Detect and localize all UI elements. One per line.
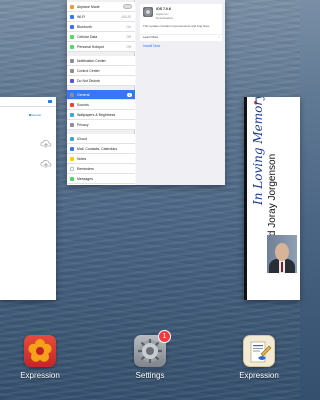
flower-icon <box>28 339 52 362</box>
update-status: Downloaded <box>156 16 173 20</box>
settings-item-icon <box>70 92 74 97</box>
settings-sidebar-item[interactable]: iCloud <box>67 134 135 144</box>
notification-badge: 1 <box>159 331 170 342</box>
app-label: Expression <box>20 371 60 380</box>
install-now-button[interactable]: Install Now <box>143 44 160 48</box>
settings-item-icon <box>70 146 74 151</box>
settings-sidebar: Airplane Mode Wi-Fi ASUS Bluetooth On Cellula… <box>67 0 135 185</box>
settings-item-label: Notes <box>77 156 87 161</box>
battery-icon <box>48 100 52 103</box>
internet-link[interactable]: Internet <box>31 113 41 117</box>
learn-more-row[interactable]: Learn More › <box>140 35 222 41</box>
settings-sidebar-item[interactable]: Reminders <box>67 164 135 174</box>
settings-item-icon <box>70 58 74 63</box>
ios-update-icon <box>143 7 153 17</box>
chevron-right-icon: › <box>217 35 219 39</box>
settings-sidebar-item[interactable]: General 1 <box>67 90 135 100</box>
settings-sidebar-item[interactable]: Wallpapers & Brightness <box>67 110 135 120</box>
app-label: Settings <box>135 371 165 380</box>
settings-item-label: Bluetooth <box>77 24 92 29</box>
settings-sidebar-item[interactable]: Airplane Mode <box>67 2 135 12</box>
update-description: This update contains improvements and bu… <box>143 24 210 28</box>
photo-tie <box>281 262 283 272</box>
settings-item-label: Sounds <box>77 102 89 107</box>
settings-item-label: Wallpapers & Brightness <box>77 112 116 117</box>
settings-item-label: Wi-Fi <box>77 14 86 19</box>
settings-sidebar-item[interactable]: Personal Hotspot Off <box>67 42 135 52</box>
settings-item-label: Reminders <box>77 166 94 171</box>
cloud-upload-icon[interactable] <box>40 139 52 149</box>
settings-item-value: Off <box>126 44 131 49</box>
settings-item-label: Control Center <box>77 68 100 73</box>
settings-item-label: Mail, Contacts, Calendars <box>77 146 118 151</box>
settings-sidebar-item[interactable]: Do Not Disturb <box>67 76 135 86</box>
settings-item-label: General <box>77 92 90 97</box>
right-app-card[interactable]: In Loving Memory Richard Joray Jorgenson <box>244 97 300 300</box>
dock-app-expression-1[interactable]: Expression <box>10 335 70 380</box>
settings-sidebar-item[interactable]: Sounds <box>67 100 135 110</box>
settings-item-icon <box>70 24 74 29</box>
settings-item-icon <box>70 44 74 49</box>
photo-face <box>275 243 289 261</box>
settings-item-label: Messages <box>77 176 93 181</box>
update-title: iOS 7.0.6 <box>156 7 171 11</box>
settings-item-label: Airplane Mode <box>77 4 100 9</box>
expression-program-icon[interactable] <box>243 335 275 367</box>
settings-item-label: Do Not Disturb <box>77 78 100 83</box>
settings-item-icon <box>70 78 74 83</box>
settings-item-label: Cellular Data <box>77 34 98 39</box>
settings-item-icon <box>70 112 74 117</box>
settings-item-icon <box>70 136 74 141</box>
settings-item-icon <box>70 166 74 171</box>
settings-item-icon <box>70 68 74 73</box>
toggle-switch[interactable] <box>123 4 132 9</box>
settings-item-icon <box>70 176 74 181</box>
app-label: Expression <box>239 371 279 380</box>
settings-sidebar-item[interactable]: Cellular Data Off <box>67 32 135 42</box>
dock-app-settings[interactable]: 1 Settings <box>120 331 180 380</box>
settings-item-icon <box>70 156 74 161</box>
settings-sidebar-item[interactable]: Control Center <box>67 66 135 76</box>
settings-item-label: Notification Center <box>77 58 106 63</box>
software-update-box: iOS 7.0.6 Apple Inc. Downloaded This upd… <box>140 4 222 34</box>
left-app-card[interactable]: Internet <box>0 97 56 300</box>
settings-sidebar-item[interactable]: Notes <box>67 154 135 164</box>
learn-more-label: Learn More <box>143 35 159 39</box>
settings-app-card[interactable]: Airplane Mode Wi-Fi ASUS Bluetooth On Cellula… <box>67 0 225 185</box>
settings-sidebar-item[interactable]: FaceTime <box>67 184 135 185</box>
dock-app-expression-2[interactable]: Expression <box>229 335 289 380</box>
settings-sidebar-item[interactable]: Bluetooth On <box>67 22 135 32</box>
settings-item-value: Off <box>126 34 131 39</box>
settings-sidebar-item[interactable]: Messages <box>67 174 135 184</box>
settings-item-value: ASUS <box>121 14 131 19</box>
expression-flower-icon[interactable] <box>24 335 56 367</box>
left-app-top-bar <box>0 97 56 107</box>
cloud-upload-icon[interactable] <box>40 159 52 169</box>
settings-item-badge: 1 <box>127 92 132 97</box>
settings-item-label: Privacy <box>77 122 89 127</box>
settings-detail-pane: iOS 7.0.6 Apple Inc. Downloaded This upd… <box>136 0 225 185</box>
settings-item-label: Personal Hotspot <box>77 44 104 49</box>
settings-item-icon <box>70 102 74 107</box>
settings-sidebar-item[interactable]: Wi-Fi ASUS <box>67 12 135 22</box>
settings-item-icon <box>70 14 74 19</box>
program-icon <box>250 341 272 363</box>
settings-item-icon <box>70 34 74 39</box>
settings-gear-icon[interactable]: 1 <box>134 331 170 367</box>
settings-sidebar-item[interactable]: Notification Center <box>67 56 135 66</box>
settings-sidebar-item[interactable]: Privacy <box>67 120 135 130</box>
settings-item-icon <box>70 4 74 9</box>
settings-item-value: On <box>126 24 131 29</box>
settings-item-icon <box>70 122 74 127</box>
settings-item-label: iCloud <box>77 136 87 141</box>
memorial-title-script: In Loving Memory <box>251 97 265 205</box>
memorial-photo <box>267 235 297 273</box>
settings-sidebar-item[interactable]: Mail, Contacts, Calendars <box>67 144 135 154</box>
